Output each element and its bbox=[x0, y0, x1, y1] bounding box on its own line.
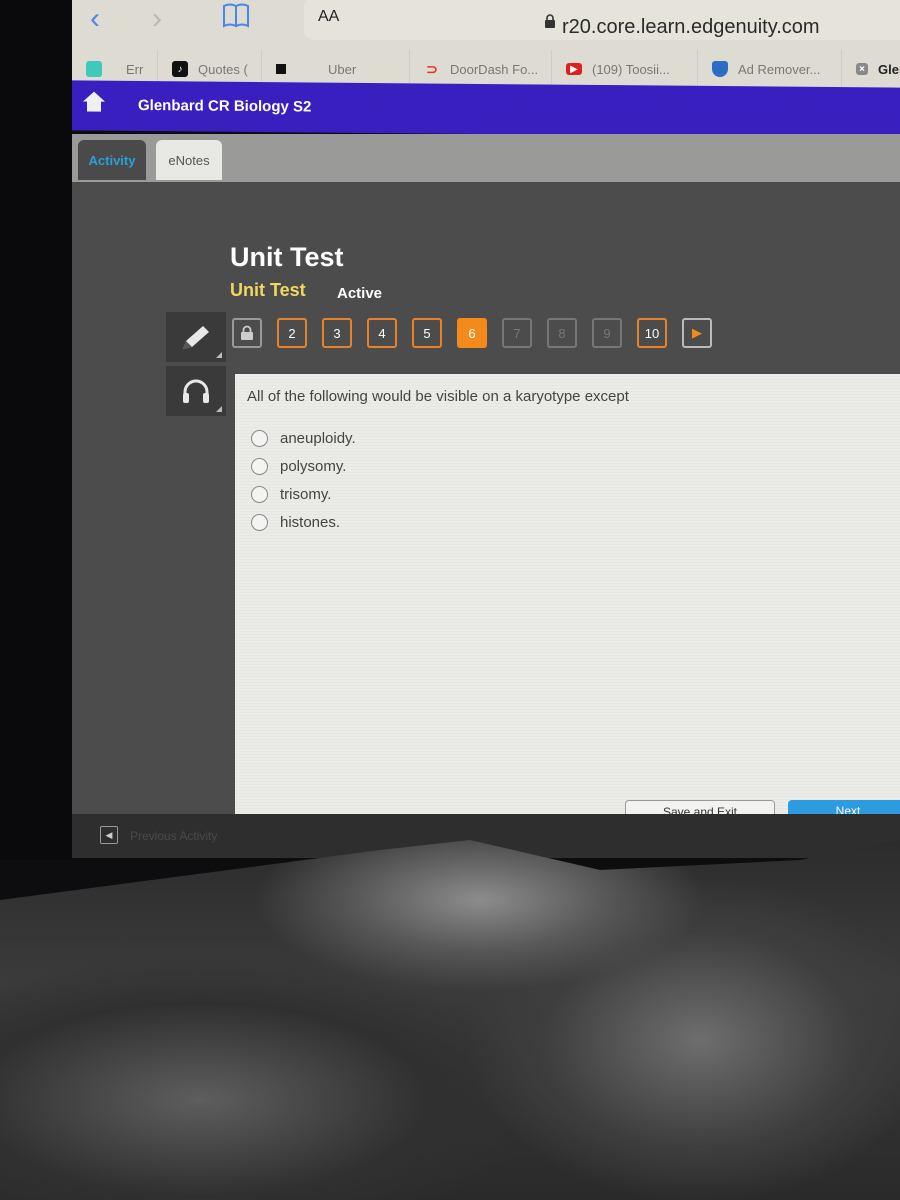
bookmark-item[interactable]: ▶ (109) Toosii... bbox=[552, 50, 698, 88]
home-icon[interactable] bbox=[82, 90, 106, 112]
tool-sidebar bbox=[166, 312, 228, 420]
pencil-tool-button[interactable] bbox=[166, 312, 226, 362]
question-10-button[interactable]: 10 bbox=[637, 318, 667, 348]
shield-icon bbox=[712, 61, 728, 77]
question-7-button[interactable]: 7 bbox=[502, 318, 532, 348]
tab-strip: Activity eNotes bbox=[72, 134, 900, 186]
uber-icon bbox=[276, 64, 286, 74]
back-button[interactable]: ‹ bbox=[90, 2, 100, 36]
choice-label: aneuploidy. bbox=[280, 429, 356, 447]
forward-button[interactable]: › bbox=[152, 2, 162, 36]
answer-choices: aneuploidy. polysomy. trisomy. histones. bbox=[251, 424, 356, 536]
question-5-button[interactable]: 5 bbox=[412, 318, 442, 348]
lock-icon bbox=[241, 325, 253, 340]
bookmark-item[interactable]: ⊃ DoorDash Fo... bbox=[410, 50, 552, 88]
bookmark-item[interactable]: × Glenb bbox=[842, 50, 900, 88]
audio-tool-button[interactable] bbox=[166, 366, 226, 416]
screen: ‹ › AA r20.core.learn.edgenuity.com Err … bbox=[0, 0, 900, 1200]
question-8-button[interactable]: 8 bbox=[547, 318, 577, 348]
monitor-bezel bbox=[0, 0, 72, 860]
expand-corner-icon bbox=[216, 352, 222, 358]
question-prompt: All of the following would be visible on… bbox=[247, 388, 629, 405]
doordash-icon: ⊃ bbox=[426, 60, 438, 77]
activity-status: Active bbox=[337, 285, 383, 302]
question-9-button[interactable]: 9 bbox=[592, 318, 622, 348]
question-6-button[interactable]: 6 bbox=[457, 318, 487, 348]
url-text[interactable]: r20.core.learn.edgenuity.com bbox=[562, 16, 820, 39]
radio-button[interactable] bbox=[251, 457, 268, 475]
reader-book-icon[interactable] bbox=[222, 2, 250, 28]
foreground-fabric bbox=[0, 840, 900, 1200]
choice-label: trisomy. bbox=[280, 485, 332, 503]
browser-chrome: ‹ › AA r20.core.learn.edgenuity.com Err … bbox=[72, 0, 900, 92]
lock-icon bbox=[545, 14, 555, 28]
answer-choice[interactable]: polysomy. bbox=[251, 452, 356, 480]
pencil-icon bbox=[183, 326, 209, 349]
question-panel: All of the following would be visible on… bbox=[235, 374, 900, 820]
left-arrow-icon: ◀ bbox=[105, 829, 113, 840]
youtube-icon: ▶ bbox=[566, 63, 582, 75]
play-arrow-icon: ▶ bbox=[692, 325, 702, 340]
answer-choice[interactable]: histones. bbox=[251, 508, 356, 536]
question-2-button[interactable]: 2 bbox=[277, 318, 307, 348]
answer-choice[interactable]: trisomy. bbox=[251, 480, 356, 508]
radio-button[interactable] bbox=[251, 513, 268, 531]
app-header: Glenbard CR Biology S2 bbox=[72, 80, 900, 138]
course-title: Glenbard CR Biology S2 bbox=[138, 96, 312, 116]
tiktok-icon: ♪ bbox=[172, 61, 188, 77]
activity-subtitle: Unit Test bbox=[230, 280, 306, 300]
tab-activity[interactable]: Activity bbox=[78, 140, 146, 180]
previous-activity-label[interactable]: Previous Activity bbox=[130, 829, 217, 843]
answer-choice[interactable]: aneuploidy. bbox=[251, 424, 356, 452]
question-4-button[interactable]: 4 bbox=[367, 318, 397, 348]
app-icon bbox=[86, 61, 102, 77]
tab-enotes[interactable]: eNotes bbox=[156, 140, 222, 180]
bookmark-item[interactable]: Ad Remover... bbox=[698, 50, 842, 88]
activity-panel: Unit Test Unit Test Active 2 3 4 5 6 7 8… bbox=[72, 182, 900, 820]
choice-label: polysomy. bbox=[280, 457, 347, 475]
expand-corner-icon bbox=[216, 406, 222, 412]
radio-button[interactable] bbox=[251, 429, 268, 447]
headphones-icon bbox=[183, 379, 209, 403]
choice-label: histones. bbox=[280, 513, 341, 531]
next-question-arrow-button[interactable]: ▶ bbox=[682, 318, 712, 348]
question-navigator: 2 3 4 5 6 7 8 9 10 ▶ bbox=[232, 318, 727, 348]
question-3-button[interactable]: 3 bbox=[322, 318, 352, 348]
close-box-icon: × bbox=[856, 63, 868, 75]
previous-activity-button[interactable]: ◀ bbox=[100, 826, 118, 844]
question-1-locked-button[interactable] bbox=[232, 318, 262, 348]
text-size-button[interactable]: AA bbox=[318, 8, 339, 26]
radio-button[interactable] bbox=[251, 485, 268, 503]
activity-title: Unit Test bbox=[230, 242, 344, 272]
